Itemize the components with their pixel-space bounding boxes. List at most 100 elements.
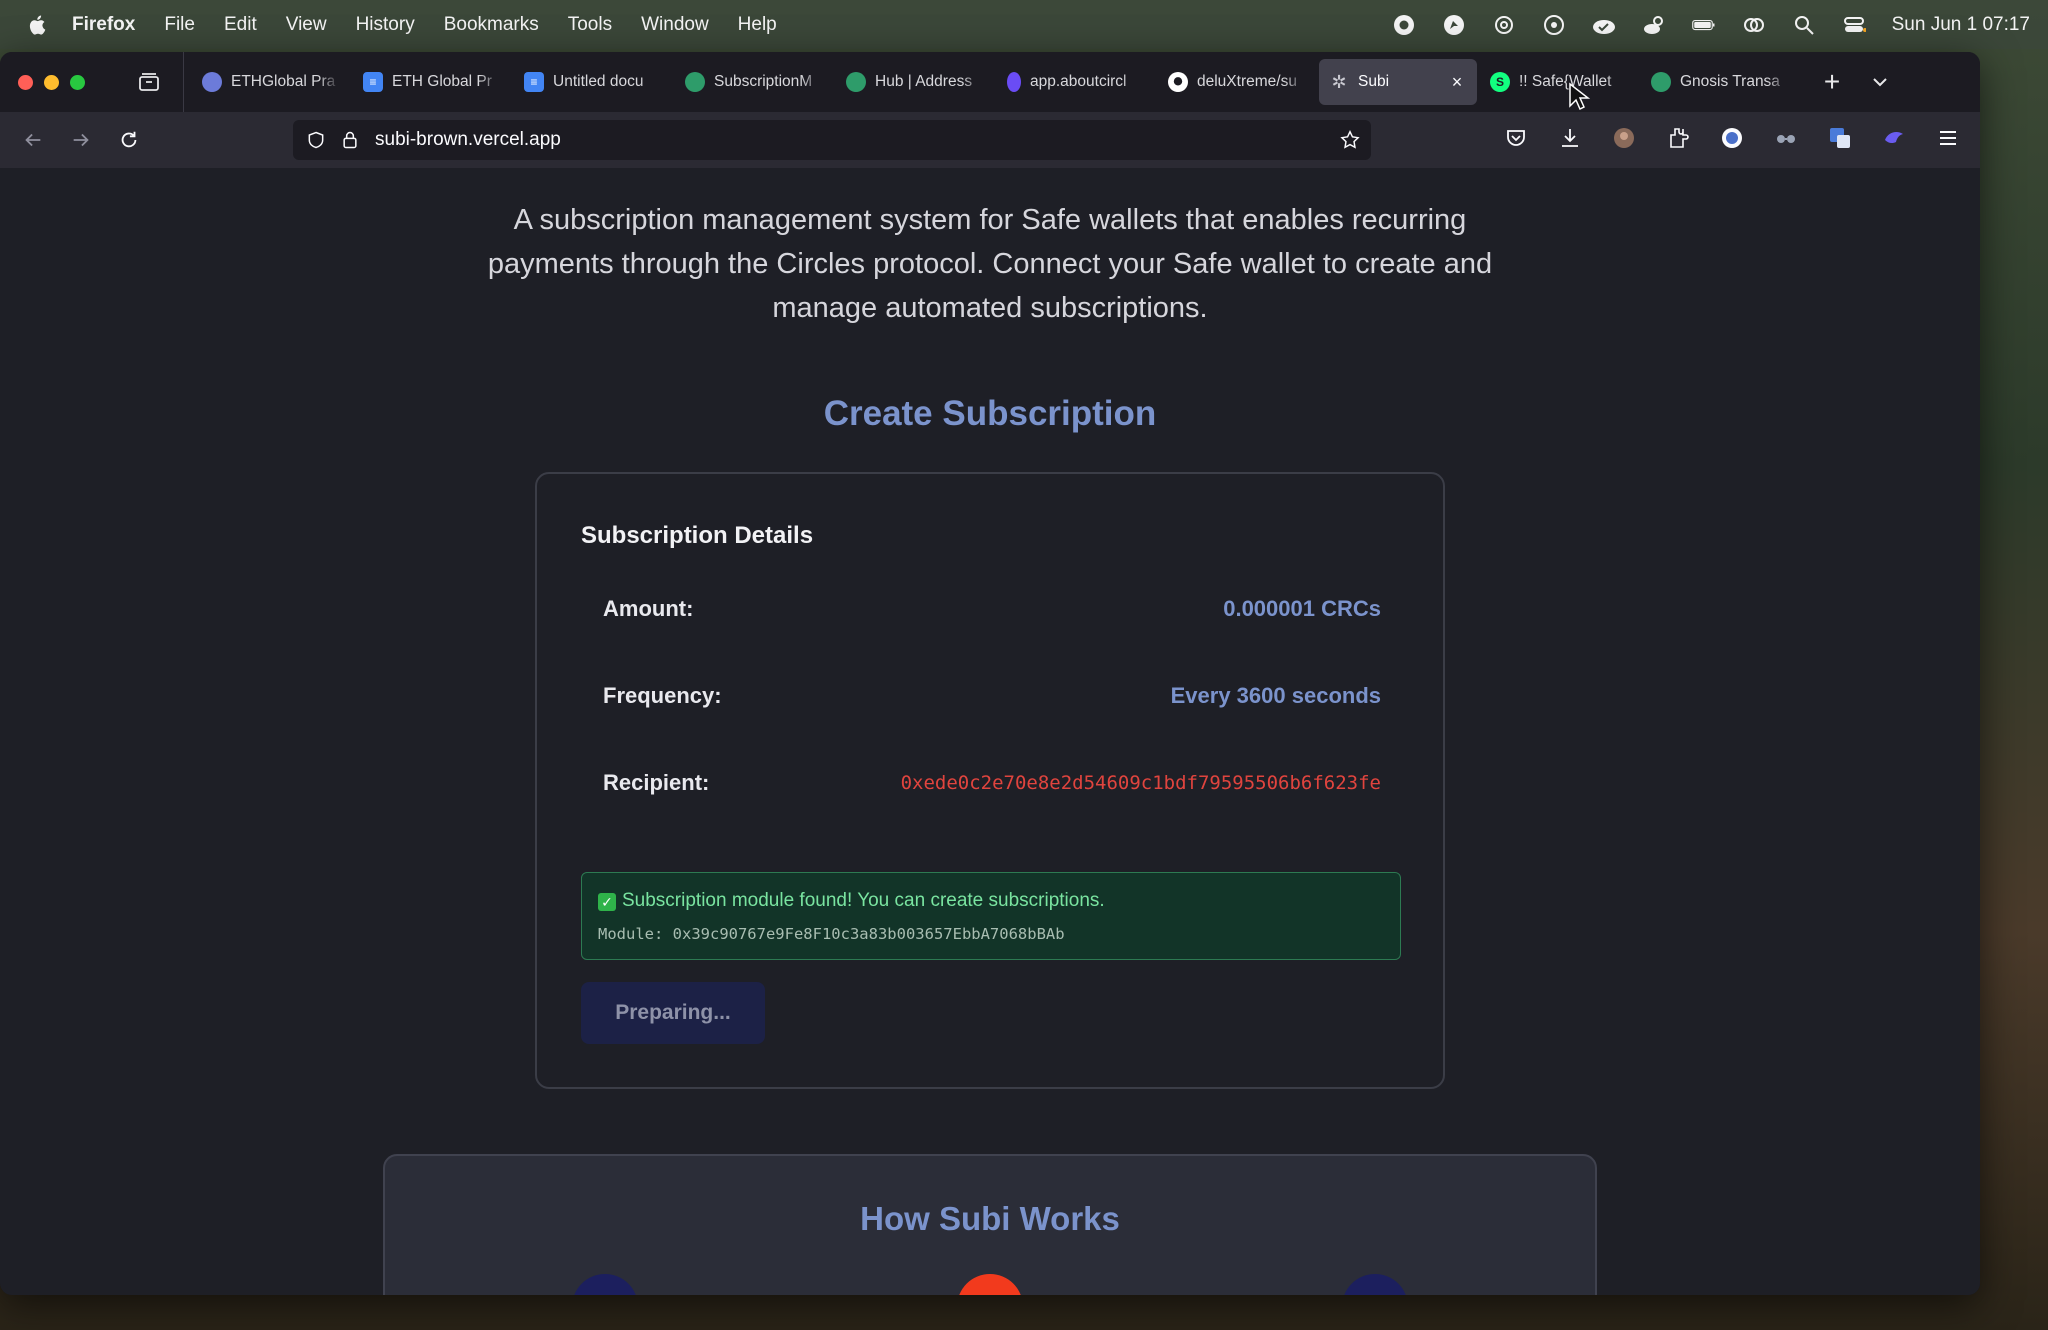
assistant-extension-icon[interactable] [1718,124,1746,152]
tab-eth-global-pr[interactable]: ≡ ETH Global Pr [353,59,511,105]
apple-logo-icon[interactable] [26,13,50,37]
how-subi-works-section: How Subi Works 1 2 3 [383,1154,1597,1295]
tab-overview-icon[interactable] [135,68,163,96]
tab-untitled-doc[interactable]: ≡ Untitled docu [514,59,672,105]
navigation-toolbar: subi-brown.vercel.app [0,112,1980,168]
recipient-row: Recipient: 0xede0c2e70e8e2d54609c1bdf795… [603,763,1381,803]
menu-help[interactable]: Help [738,14,777,36]
tab-title: ETH Global Pr [392,73,492,90]
tab-divider [183,52,184,112]
zoom-window-button[interactable] [70,74,85,90]
globe-icon [202,72,222,92]
tab-title: Untitled docu [553,73,644,90]
intro-description: A subscription management system for Saf… [0,198,1980,330]
circle-icon [685,72,705,92]
tab-safe-wallet[interactable]: S !! Safe{Wallet [1480,59,1638,105]
close-tab-icon[interactable]: × [1447,72,1467,92]
tab-title: ETHGlobal Pra [231,73,336,90]
translate-icon[interactable] [1826,124,1854,152]
new-tab-button[interactable]: + [1814,64,1850,100]
step-number-1: 1 [572,1274,638,1295]
status-area: Sun Jun 1 07:17 [1392,0,2030,49]
tab-subscription[interactable]: SubscriptionM [675,59,833,105]
lock-icon[interactable] [339,129,361,151]
extensions-icon[interactable] [1664,124,1692,152]
cloud-check-icon[interactable] [1592,13,1616,37]
intro-line: A subscription management system for Saf… [513,204,1467,236]
bookmark-star-icon[interactable] [1339,129,1361,151]
preparing-button[interactable]: Preparing... [581,982,765,1044]
back-button[interactable] [17,124,49,156]
menu-file[interactable]: File [164,14,195,36]
menu-tools[interactable]: Tools [568,14,612,36]
tab-strip: ETHGlobal Pra ≡ ETH Global Pr ≡ Untitled… [192,52,1898,112]
macos-menu-bar: Firefox File Edit View History Bookmarks… [0,0,2048,49]
tab-hub-address[interactable]: Hub | Address [836,59,994,105]
tracking-protection-shield-icon[interactable] [305,129,327,151]
notice-message: Subscription module found! You can creat… [622,890,1105,911]
downloads-icon[interactable] [1556,124,1584,152]
recipient-label: Recipient: [603,770,710,795]
menu-edit[interactable]: Edit [224,14,257,36]
amount-row: Amount: 0.000001 CRCs [603,589,1381,629]
checkmark-icon: ✓ [598,893,616,911]
url-text[interactable]: subi-brown.vercel.app [375,129,561,151]
tab-subi[interactable]: ✲ Subi × [1319,59,1477,105]
page-content: A subscription management system for Saf… [0,168,1980,1295]
frequency-row: Frequency: Every 3600 seconds [603,676,1381,716]
toolbar-extensions [1502,124,1962,152]
tab-title: SubscriptionM [714,73,813,90]
card-title: Subscription Details [581,522,814,549]
module-found-notice: ✓ Subscription module found! You can cre… [581,872,1401,960]
app-menu-icon[interactable] [1934,124,1962,152]
control-center-icon[interactable] [1842,13,1866,37]
tab-title: app.aboutcircl [1030,73,1127,90]
openai-icon[interactable] [1492,13,1516,37]
docs-icon: ≡ [524,72,544,92]
menu-view[interactable]: View [286,14,327,36]
color-extension-icon[interactable] [1880,124,1908,152]
frequency-label: Frequency: [603,683,722,708]
frequency-value: Every 3600 seconds [1170,683,1381,708]
list-all-tabs-icon[interactable] [1862,64,1898,100]
pocket-icon[interactable] [1502,124,1530,152]
how-subi-works-heading: How Subi Works [860,1200,1120,1237]
minimize-window-button[interactable] [44,74,59,90]
star-logo-icon: ✲ [1331,71,1347,92]
spotlight-search-icon[interactable] [1792,13,1816,37]
step-number-2: 2 [957,1274,1023,1295]
subscription-details-card: Subscription Details Amount: 0.000001 CR… [535,472,1445,1089]
tab-gnosis-transactions[interactable]: Gnosis Transa [1641,59,1799,105]
navigation-arrow-icon[interactable] [1442,13,1466,37]
battery-icon[interactable] [1691,13,1716,37]
tab-bar: ETHGlobal Pra ≡ ETH Global Pr ≡ Untitled… [0,52,1980,112]
wifi-link-icon[interactable] [1742,13,1766,37]
tab-ethglobal-pra[interactable]: ETHGlobal Pra [192,59,350,105]
menu-history[interactable]: History [356,14,415,36]
tab-title: deluXtreme/su [1197,73,1297,90]
tab-title: Gnosis Transa [1680,73,1780,90]
screen-record-icon[interactable] [1392,13,1416,37]
account-avatar-icon[interactable] [1610,124,1638,152]
assistant-icon[interactable] [1542,13,1566,37]
address-bar[interactable]: subi-brown.vercel.app [293,120,1371,160]
glasses-extension-icon[interactable] [1772,124,1800,152]
menu-bookmarks[interactable]: Bookmarks [444,14,539,36]
module-address: Module: 0x39c90767e9Fe8F10c3a83b003657Eb… [598,925,1065,943]
amount-value: 0.000001 CRCs [1223,596,1381,621]
github-icon [1168,72,1188,92]
menu-app-firefox[interactable]: Firefox [72,14,135,36]
menu-window[interactable]: Window [641,14,709,36]
close-window-button[interactable] [18,74,33,90]
forward-button[interactable] [65,124,97,156]
safe-icon: S [1490,72,1510,92]
tab-github-deluxtreme[interactable]: deluXtreme/su [1158,59,1316,105]
circle-icon [1651,72,1671,92]
intro-line: manage automated subscriptions. [772,292,1208,324]
circles-icon [1007,72,1021,92]
tab-aboutcircles[interactable]: app.aboutcircl [997,59,1155,105]
menubar-clock[interactable]: Sun Jun 1 07:17 [1892,14,2030,36]
reload-button[interactable] [113,124,145,156]
intro-line: payments through the Circles protocol. C… [487,248,1493,280]
weather-icon[interactable] [1642,13,1666,37]
